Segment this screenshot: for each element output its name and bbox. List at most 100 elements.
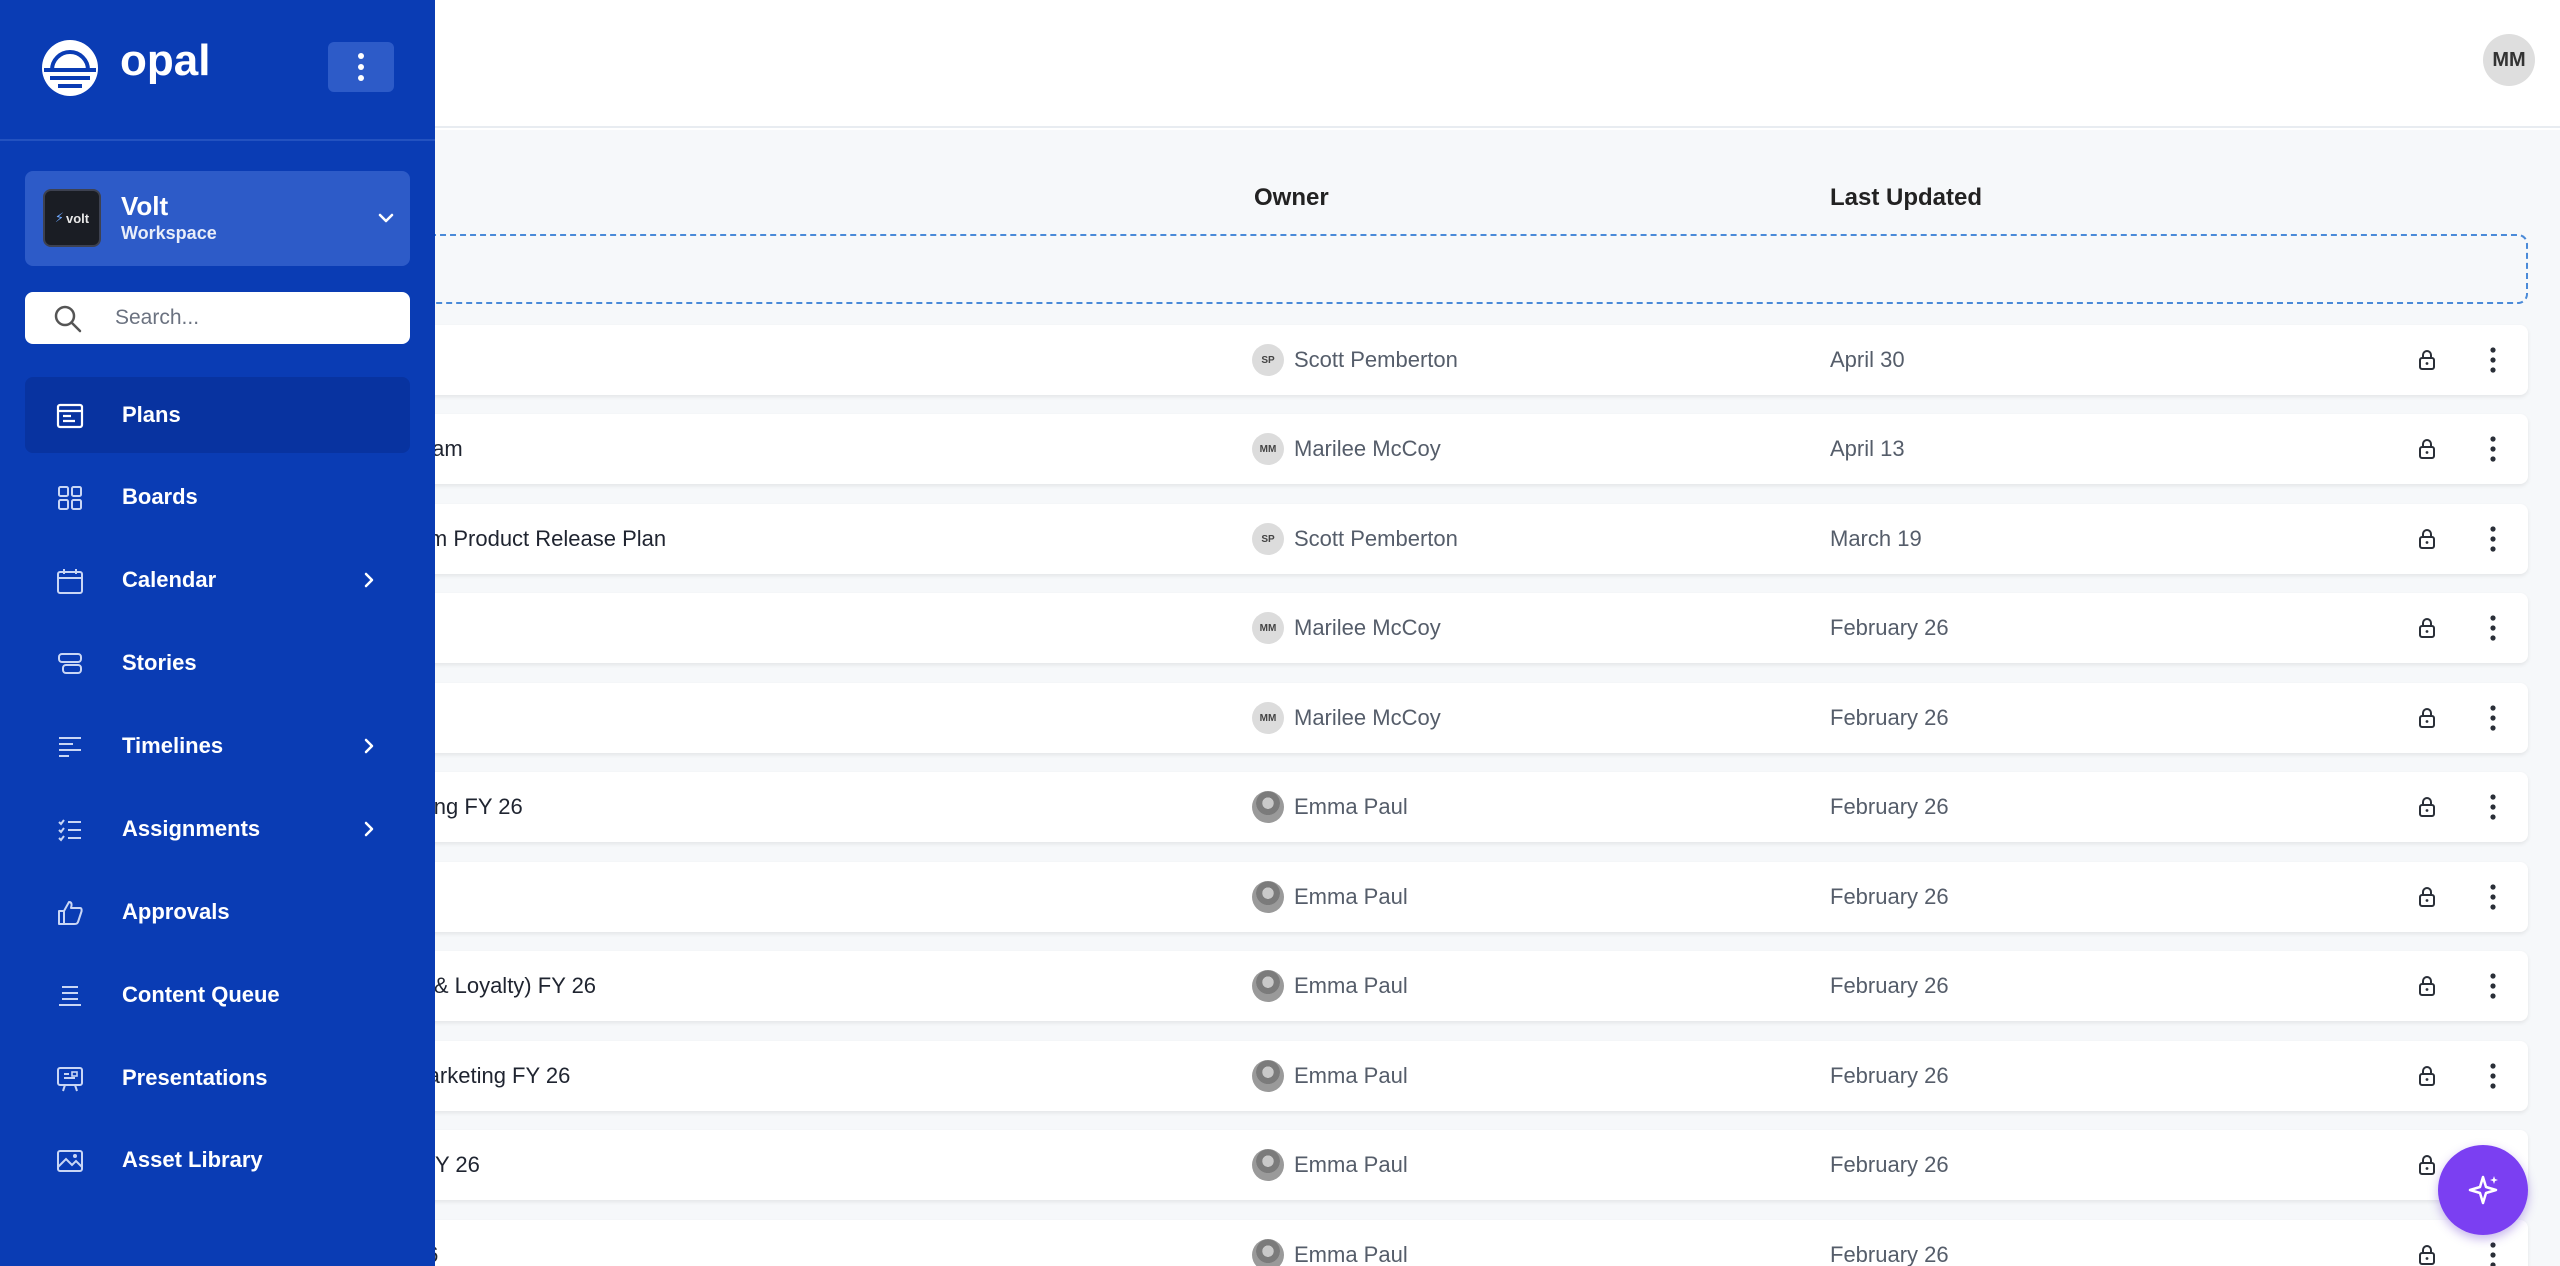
lock-icon[interactable]: [2415, 437, 2439, 461]
table-row[interactable]: se Marketing FY 26 Emma Paul February 26: [380, 1041, 2528, 1111]
sidebar-item-label: Content Queue: [122, 982, 280, 1007]
sidebar-item-asset-library[interactable]: Asset Library: [25, 1122, 410, 1198]
table-row[interactable]: ey TeamMMMarilee McCoyApril 13: [380, 414, 2528, 484]
row-menu-button[interactable]: [2477, 433, 2509, 465]
last-updated: February 26: [1830, 973, 1949, 998]
avatar: MM: [1252, 433, 1284, 465]
row-menu-button[interactable]: [2477, 1060, 2509, 1092]
search-input[interactable]: [115, 300, 395, 336]
sidebar-item-stories[interactable]: Stories: [25, 625, 410, 701]
owner-name: Emma Paul: [1294, 884, 1408, 909]
owner-cell: SP Scott Pemberton: [1252, 504, 1458, 574]
row-menu-button[interactable]: [2477, 612, 2509, 644]
owner-name: Emma Paul: [1294, 973, 1408, 998]
plans-icon: [56, 403, 84, 429]
sidebar-item-label: Calendar: [122, 567, 217, 592]
row-menu-button[interactable]: [2477, 523, 2509, 555]
lock-icon[interactable]: [2415, 1064, 2439, 1088]
opal-logo-icon[interactable]: [40, 38, 100, 98]
lock-icon[interactable]: [2415, 885, 2439, 909]
user-avatar[interactable]: MM: [2483, 34, 2535, 86]
chevron-right-icon[interactable]: [358, 569, 380, 591]
avatar: [1252, 970, 1284, 1002]
chevron-right-icon[interactable]: [358, 818, 380, 840]
thumbs-up-icon: [58, 901, 83, 925]
chevron-down-icon: [378, 213, 394, 223]
owner-name: Emma Paul: [1294, 1063, 1408, 1088]
avatar: [1252, 881, 1284, 913]
owner-name: Emma Paul: [1294, 1242, 1408, 1266]
sidebar-item-boards[interactable]: Boards: [25, 459, 410, 535]
lock-icon[interactable]: [2415, 1153, 2439, 1177]
owner-cell: SP Scott Pemberton: [1252, 325, 1458, 395]
drop-zone[interactable]: [380, 234, 2528, 304]
vertical-dots-icon: [2490, 1063, 2496, 1089]
lock-icon[interactable]: [2415, 706, 2439, 730]
vertical-dots-icon: [2490, 436, 2496, 462]
calendar-icon: [57, 569, 83, 594]
avatar: MM: [1252, 612, 1284, 644]
sidebar-item-label: Presentations: [122, 1065, 268, 1090]
table-row[interactable]: SP Scott Pemberton April 30: [380, 325, 2528, 395]
table-row[interactable]: arketing FY 26 Emma Paul February 26: [380, 772, 2528, 842]
workspace-switcher[interactable]: ⚡ volt Volt Workspace: [25, 171, 410, 266]
row-menu-button[interactable]: [2477, 970, 2509, 1002]
chevron-right-icon[interactable]: [358, 735, 380, 757]
sidebar-item-timelines[interactable]: Timelines: [25, 708, 410, 784]
lock-icon[interactable]: [2415, 1243, 2439, 1266]
ai-assistant-button[interactable]: [2438, 1145, 2528, 1235]
assignments-icon: [58, 819, 81, 842]
last-updated: March 19: [1830, 526, 1922, 551]
sidebar-item-label: Assignments: [122, 816, 261, 841]
avatar: [1252, 1149, 1284, 1181]
timelines-icon: [59, 737, 81, 757]
last-updated: February 26: [1830, 884, 1949, 909]
table-row[interactable]: latform Product Release Plan SP Scott Pemb…: [380, 504, 2528, 574]
sidebar-item-assignments[interactable]: Assignments: [25, 791, 410, 867]
brand-name[interactable]: opal: [120, 36, 210, 86]
lock-icon[interactable]: [2415, 616, 2439, 640]
vertical-dots-icon: [2490, 1242, 2496, 1266]
sidebar-item-plans[interactable]: Plans: [25, 377, 410, 453]
search-icon: [54, 305, 82, 333]
column-header-last-updated[interactable]: Last Updated: [1830, 184, 1982, 212]
sidebar-item-presentations[interactable]: Presentations: [25, 1040, 410, 1116]
lock-icon[interactable]: [2415, 527, 2439, 551]
vertical-dots-icon: [2490, 347, 2496, 373]
workspace-logo-text: volt: [66, 210, 90, 226]
sidebar-item-label: Approvals: [122, 899, 230, 924]
row-menu-button[interactable]: [2477, 881, 2509, 913]
table-row[interactable]: ting FY 26Emma PaulFebruary 26: [380, 1130, 2528, 1200]
table-row[interactable]: 26Emma PaulFebruary 26: [380, 862, 2528, 932]
table-row[interactable]: FY 26Emma PaulFebruary 26: [380, 1220, 2528, 1266]
column-header-owner[interactable]: Owner: [1254, 184, 1329, 212]
sidebar-item-approvals[interactable]: Approvals: [25, 874, 410, 950]
lock-icon[interactable]: [2415, 974, 2439, 998]
sidebar: opal ⚡volt Volt Workspace Plans Boards Cal…: [0, 0, 435, 1266]
sidebar-item-label: Plans: [122, 402, 181, 427]
lock-icon[interactable]: [2415, 348, 2439, 372]
avatar: MM: [1252, 702, 1284, 734]
owner-cell: Emma Paul: [1252, 862, 1408, 932]
row-menu-button[interactable]: [2477, 791, 2509, 823]
row-menu-button[interactable]: [2477, 344, 2509, 376]
sidebar-item-label: Stories: [122, 650, 197, 675]
table-row[interactable]: MM Marilee McCoy February 26: [380, 593, 2528, 663]
image-icon: [57, 1150, 83, 1172]
table-row[interactable]: MM Marilee McCoy February 26: [380, 683, 2528, 753]
brand-header: opal: [0, 0, 435, 141]
table-row[interactable]: ence & Loyalty) FY 26 Emma Paul February 2…: [380, 951, 2528, 1021]
content-queue-icon: [59, 986, 81, 1006]
row-menu-button[interactable]: [2477, 1239, 2509, 1266]
sidebar-item-calendar[interactable]: Calendar: [25, 542, 410, 618]
boards-icon: [58, 486, 82, 510]
sidebar-item-content-queue[interactable]: Content Queue: [25, 957, 410, 1033]
row-menu-button[interactable]: [2477, 702, 2509, 734]
workspace-logo: ⚡ volt: [43, 189, 101, 247]
sidebar-search[interactable]: [25, 292, 410, 344]
sidebar-item-label: Asset Library: [122, 1147, 263, 1172]
lock-icon[interactable]: [2415, 795, 2439, 819]
owner-name: Marilee McCoy: [1294, 705, 1441, 730]
sidebar-menu-button[interactable]: [328, 42, 394, 92]
owner-name: Scott Pemberton: [1294, 526, 1458, 551]
